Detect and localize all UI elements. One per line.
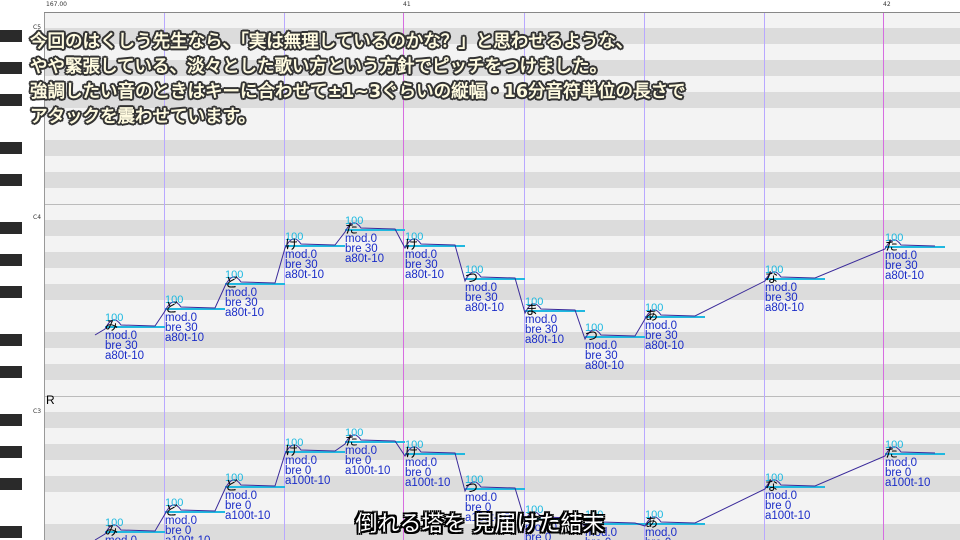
commentary-caption: 今回のはくしう先生なら、「実は無理しているのかな？」と思わせるような、 やや緊張… (30, 30, 686, 130)
note-block[interactable]: 100 つ mod.0 bre 30 a80t-10 (465, 265, 505, 314)
note-parameter: a80t-10 (765, 302, 805, 314)
note-block[interactable]: 100 ま mod.0 bre 30 a80t-10 (525, 297, 565, 346)
caption-line: アタックを震わせています。 (30, 107, 256, 127)
note-block[interactable]: 100 ど mod.0 bre 30 a80t-10 (165, 295, 205, 344)
note-parameter: a80t-10 (345, 253, 385, 265)
note-parameter: a80t-10 (165, 332, 205, 344)
note-block[interactable]: 100 つ mod.0 bre 30 a80t-10 (585, 323, 625, 372)
note-parameter: a80t-10 (885, 270, 925, 282)
note-block[interactable]: 100 た mod.0 bre 30 a80t-10 (885, 233, 925, 282)
note-block[interactable]: 100 み mod.0 bre 30 a80t-10 (105, 313, 145, 362)
note-block[interactable]: 100 け mod.0 bre 0 a100t-10 (285, 438, 331, 487)
note-parameter: a100t-10 (885, 477, 931, 489)
pitch-curve[interactable] (94, 222, 936, 341)
lyric-subtitle: 倒れる塔を 見届けた結末 (355, 512, 605, 537)
piano-roll-editor: 167.00 41 42 C5 C4 C3 R 100 み mod.0 bre 30 a… (0, 0, 960, 540)
note-parameter: a80t-10 (525, 334, 565, 346)
note-parameter: a80t-10 (585, 360, 625, 372)
note-parameter: a80t-10 (645, 340, 685, 352)
note-parameter: a80t-10 (285, 269, 325, 281)
note-parameter: a80t-10 (405, 269, 445, 281)
note-block[interactable]: 100 ど mod.0 bre 30 a80t-10 (225, 270, 265, 319)
note-block[interactable]: 100 な mod.0 bre 30 a80t-10 (765, 265, 805, 314)
caption-line: 今回のはくしう先生なら、「実は無理しているのかな？」と思わせるような、 (30, 32, 634, 52)
note-parameter: a80t-10 (105, 350, 145, 362)
note-block[interactable]: 100 た mod.0 bre 0 a100t-10 (345, 428, 391, 477)
note-parameter: a80t-10 (225, 307, 265, 319)
note-block[interactable]: 100 け mod.0 bre 0 a100t-10 (405, 440, 451, 489)
rest-marker-label: R (46, 393, 55, 407)
note-block[interactable]: 100 あ mod.0 bre 30 a80t-10 (645, 303, 685, 352)
note-block[interactable]: 100 た mod.0 bre 0 a100t-10 (885, 440, 931, 489)
note-block[interactable]: 100 け mod.0 bre 30 a80t-10 (405, 232, 445, 281)
note-parameter: a100t-10 (285, 475, 331, 487)
note-parameter: a80t-10 (465, 302, 505, 314)
note-block[interactable]: 100 け mod.0 bre 30 a80t-10 (285, 232, 325, 281)
note-parameter: a100t-10 (345, 465, 391, 477)
note-parameter: a100t-10 (405, 477, 451, 489)
caption-line: 強調したい音のときはキーに合わせて±1~3ぐらいの縦幅・16分音符単位の長さで (30, 82, 686, 102)
note-block[interactable]: 100 た mod.0 bre 30 a80t-10 (345, 216, 385, 265)
caption-line: やや緊張している、淡々とした歌い方という方針でピッチをつけました。 (30, 57, 607, 77)
